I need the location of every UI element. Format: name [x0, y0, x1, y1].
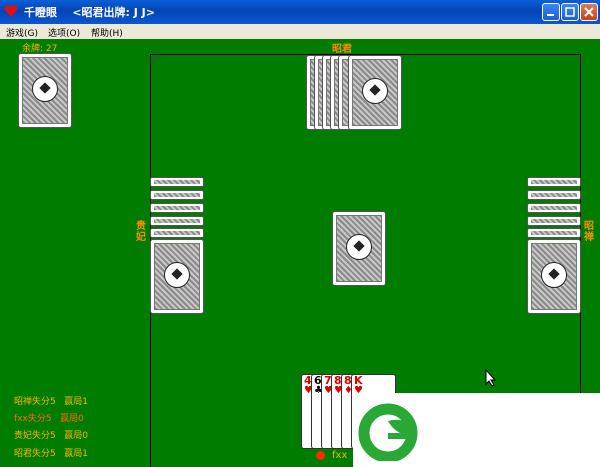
right-hand-card [527, 216, 581, 226]
left-hand-card [150, 203, 204, 213]
close-button[interactable] [580, 3, 598, 21]
maximize-icon [565, 7, 575, 17]
right-hand-card [527, 228, 581, 238]
left-hand-card [150, 190, 204, 200]
right-hand-card [527, 190, 581, 200]
current-player-indicator [316, 451, 325, 460]
deck-pile [18, 53, 72, 128]
minimize-icon [547, 14, 554, 16]
menu-game[interactable]: 游戏(G) [6, 26, 38, 39]
menu-help[interactable]: 帮助(H) [91, 26, 123, 39]
right-hand-card [527, 203, 581, 213]
player-name-left: 贵妃 [136, 221, 146, 243]
leaf-logo-icon [358, 403, 418, 461]
menu-options[interactable]: 选项(O) [48, 26, 80, 39]
window-title: 千瞪眼 <昭君出牌: J J> [24, 6, 155, 19]
left-hand-card [150, 177, 204, 187]
score-line: 贵妃失分5 赢局0 [14, 431, 89, 441]
maximize-button[interactable] [561, 3, 579, 21]
title-bar: 千瞪眼 <昭君出牌: J J> [0, 0, 600, 24]
left-hand-card [150, 216, 204, 226]
left-hand-card [150, 239, 204, 314]
football-icon [362, 78, 388, 104]
watermark-logo [353, 393, 600, 467]
right-hand-card [527, 177, 581, 187]
heart-app-icon [4, 5, 18, 17]
player-name-right: 昭禅 [584, 221, 594, 243]
close-icon [584, 7, 594, 17]
minimize-button[interactable] [542, 3, 560, 21]
football-icon [32, 76, 58, 102]
top-hand-card [348, 55, 402, 130]
right-hand-card [527, 239, 581, 314]
player-name-bottom: fxx [332, 450, 348, 461]
menu-bar: 游戏(G) 选项(O) 帮助(H) [0, 24, 600, 40]
player-name-top: 昭君 [332, 44, 352, 55]
score-line: fxx失分5 赢局0 [14, 414, 84, 424]
left-hand-card [150, 228, 204, 238]
football-icon [541, 262, 567, 288]
football-icon [164, 262, 190, 288]
score-line: 昭君失分5 赢局1 [14, 449, 89, 459]
score-line: 昭禅失分5 赢局1 [14, 397, 89, 407]
center-played-card [332, 211, 386, 286]
mouse-cursor-icon [485, 369, 497, 387]
football-icon [346, 234, 372, 260]
